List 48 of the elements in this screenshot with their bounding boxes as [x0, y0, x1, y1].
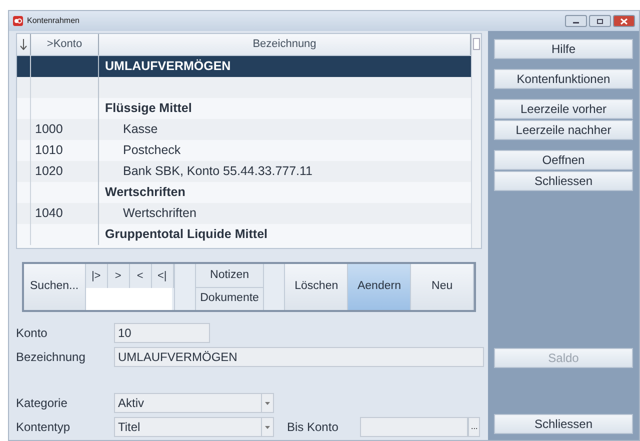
action-button[interactable]: Löschen: [285, 264, 348, 310]
side-button[interactable]: Schliessen: [494, 414, 633, 434]
input-field[interactable]: UMLAUFVERMÖGEN: [114, 347, 484, 367]
dropdown[interactable]: Titel: [114, 417, 274, 437]
table-cell: Wertschriften: [105, 185, 186, 200]
sort-icon[interactable]: [17, 34, 31, 55]
caret-icon: [265, 426, 270, 428]
input-field[interactable]: 10: [114, 323, 210, 343]
table-cell-text: 1020: [35, 163, 63, 180]
action-button[interactable]: Aendern: [348, 264, 412, 310]
field-label: Konto: [16, 325, 48, 342]
minimize-button[interactable]: [565, 15, 587, 27]
table-cell-text: Kasse: [122, 122, 158, 136]
browse-button[interactable]: ...: [468, 417, 480, 437]
app-icon: [13, 16, 23, 26]
close-button[interactable]: [613, 15, 635, 27]
caret-icon: [265, 402, 270, 404]
table-cell-text: Postcheck: [122, 143, 181, 158]
search-button[interactable]: Suchen...: [24, 264, 86, 310]
scrollbar[interactable]: [471, 34, 481, 248]
side-button[interactable]: Oeffnen: [494, 150, 633, 170]
table-cell-text: Bank SBK, Konto 55.44.33.777.11: [122, 164, 312, 178]
column-header[interactable]: >Konto: [31, 34, 99, 55]
side-button[interactable]: Schliessen: [494, 171, 633, 191]
field-label: Kontentyp: [16, 419, 72, 436]
input-field[interactable]: [86, 288, 172, 310]
table-row[interactable]: UMLAUFVERMÖGEN: [17, 56, 471, 77]
maximize-icon: [595, 18, 605, 24]
side-button[interactable]: Leerzeile nachher: [494, 120, 633, 140]
field-label: Bezeichnung: [16, 349, 86, 366]
table-cell: Gruppentotal Liquide Mittel: [105, 227, 268, 242]
side-button[interactable]: Leerzeile vorher: [494, 99, 633, 119]
table-cell: Flüssige Mittel: [105, 101, 192, 116]
maximize-button[interactable]: [589, 15, 611, 27]
table-cell-text: 1000: [35, 121, 63, 138]
field-label: Kategorie: [16, 395, 68, 412]
close-icon: [619, 18, 629, 24]
input-field[interactable]: [360, 417, 468, 437]
table-cell-text: Wertschriften: [122, 206, 196, 220]
table-cell: UMLAUFVERMÖGEN: [105, 59, 231, 74]
side-button[interactable]: Hilfe: [494, 39, 633, 59]
table-cell-text: 1040: [35, 205, 63, 222]
dropdown[interactable]: Aktiv: [114, 393, 274, 413]
field-label: Bis Konto: [287, 419, 338, 436]
side-button[interactable]: Kontenfunktionen: [494, 69, 633, 89]
table-cell-text: 1010: [35, 142, 63, 160]
action-button[interactable]: Neu: [411, 264, 474, 310]
window-title: Kontenrahmen: [27, 15, 80, 27]
